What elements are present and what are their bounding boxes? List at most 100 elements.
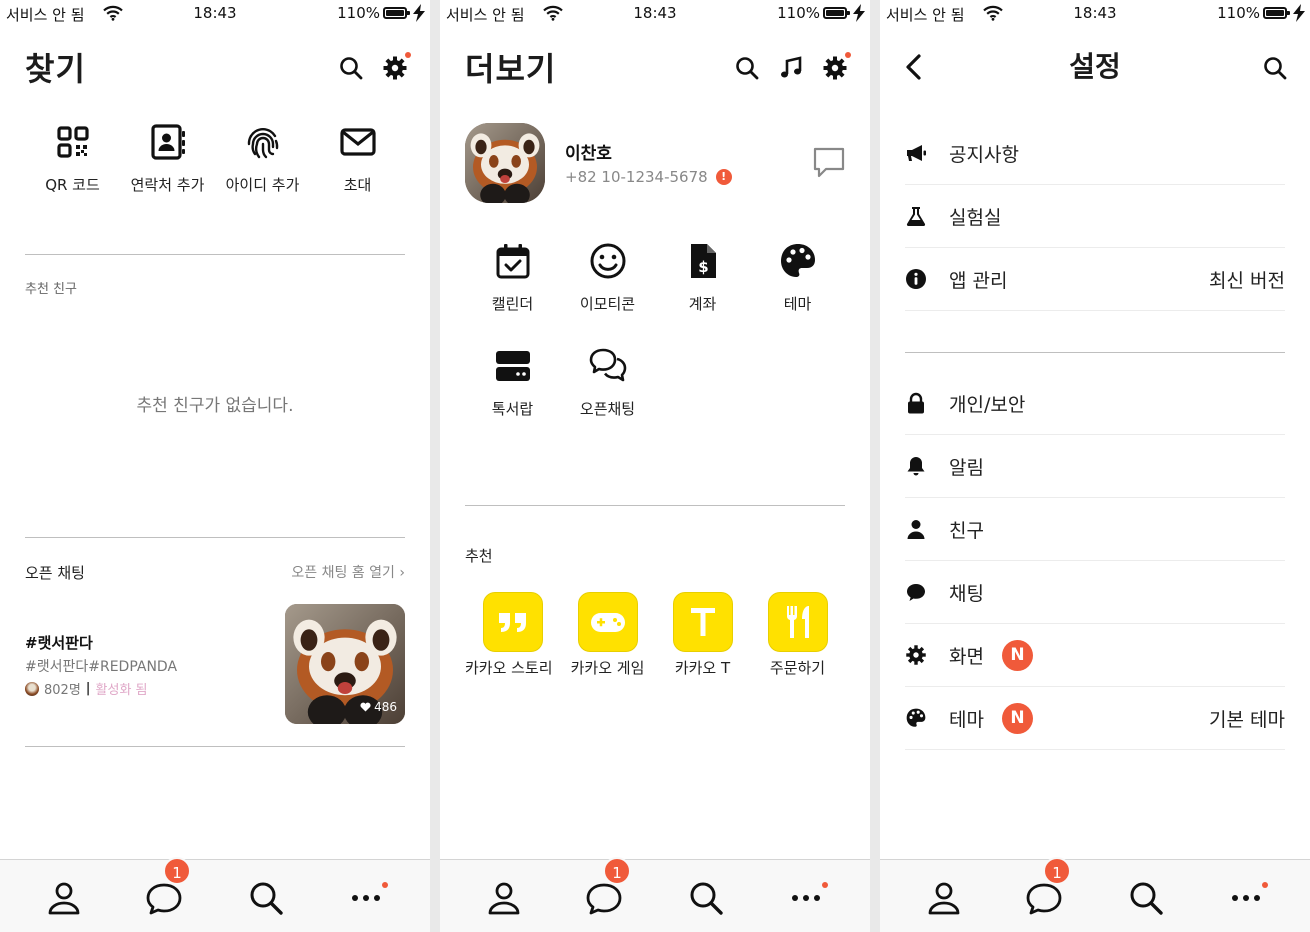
open-chat-home-link[interactable]: 오픈 채팅 홈 열기 › [291,562,405,582]
tab-friends[interactable] [924,878,964,918]
gear-icon[interactable] [822,55,848,81]
settings-row-label: 실험실 [949,206,1002,229]
account-button[interactable]: $ 계좌 [655,241,750,314]
status-bar: 서비스 안 됨 18:43 110% [880,0,1310,28]
open-chat-room-title[interactable]: #랫서판다 [25,632,93,653]
kakao-t-button[interactable]: 카카오 T [655,592,750,677]
gear-icon [906,645,926,665]
kakao-story-button[interactable]: 카카오 스토리 [465,592,560,677]
alert-icon[interactable]: ! [715,169,732,185]
like-count: 486 [360,700,397,714]
battery-percent: 110% [1217,4,1260,22]
profile-avatar[interactable] [465,123,545,203]
qr-code-label: QR 코드 [45,176,100,194]
svg-text:$: $ [698,258,708,276]
invite-button[interactable]: 초대 [310,122,405,195]
smiley-icon [590,243,625,279]
battery-icon [1263,7,1290,19]
order-button[interactable]: 주문하기 [750,592,845,677]
search-icon [690,882,723,915]
open-chat-button[interactable]: 오픈채팅 [560,346,655,419]
open-chat-room-meta: 802명 | 활성화 됨 [25,679,148,698]
tab-bar: 1 [880,857,1310,932]
notification-dot [405,52,411,58]
settings-row-notifications[interactable]: 알림 [905,435,1285,498]
chat-bubble-outline-icon[interactable] [812,145,846,179]
add-id-button[interactable]: 아이디 추가 [215,122,310,195]
calendar-button[interactable]: 캘린더 [465,241,560,314]
theme-button[interactable]: 테마 [750,241,845,314]
settings-row-label: 공지사항 [949,143,1019,166]
search-icon[interactable] [1262,55,1288,81]
new-badge: N [1001,639,1033,671]
search-icon[interactable] [338,55,364,81]
tab-more[interactable] [1226,878,1266,918]
unread-badge: 1 [1043,857,1071,885]
fingerprint-icon [247,128,278,159]
gear-icon[interactable] [382,55,408,81]
battery-icon [383,7,410,19]
kakao-t-tile [672,592,733,652]
music-note-icon[interactable] [778,55,804,81]
tab-more[interactable] [786,878,826,918]
settings-row-label: 앱 관리 [949,269,1008,292]
settings-row-notice[interactable]: 공지사항 [905,122,1285,185]
tab-more[interactable] [346,878,386,918]
status-bar: 서비스 안 됨 18:43 110% [0,0,430,28]
order-label: 주문하기 [769,659,826,677]
talk-drawer-label: 톡서랍 [491,400,534,418]
settings-row-value: 기본 테마 [1209,708,1285,731]
settings-row-label: 알림 [949,456,984,479]
tab-search[interactable] [686,878,726,918]
room-status: 활성화 됨 [95,683,148,698]
tab-search[interactable] [246,878,286,918]
theme-label: 테마 [783,295,812,313]
settings-row-display[interactable]: 화면 N [905,624,1285,687]
tab-search[interactable] [1126,878,1166,918]
recommended-friends-label: 추천 친구 [25,282,77,297]
member-avatar [25,681,39,696]
more-screen: 서비스 안 됨 18:43 110% 더보기 이찬호 +82 10-1234-5… [440,0,870,932]
open-chat-room-tags: #랫서판다#REDPANDA [25,659,178,675]
order-tile [767,592,828,652]
qr-code-button[interactable]: QR 코드 [25,122,120,195]
settings-row-lab[interactable]: 실험실 [905,185,1285,248]
gamepad-icon [590,613,625,632]
add-id-label: 아이디 추가 [225,176,300,194]
open-chat-home-link-text: 오픈 채팅 홈 열기 [291,565,395,581]
search-icon[interactable] [734,55,760,81]
settings-row-chat[interactable]: 채팅 [905,561,1285,624]
kakao-game-button[interactable]: 카카오 게임 [560,592,655,677]
divider [905,352,1285,353]
tab-bar: 1 [0,857,430,932]
emoticon-button[interactable]: 이모티콘 [560,241,655,314]
kakao-game-tile [577,592,638,652]
person-icon [907,520,925,539]
settings-row-friends[interactable]: 친구 [905,498,1285,561]
charging-bolt-icon [1293,4,1305,22]
flask-icon [906,207,926,226]
phone-number: +82 10-1234-5678 [565,168,708,186]
open-chat-room-thumbnail[interactable]: 486 [285,604,405,724]
person-icon [488,882,520,915]
palette-icon [906,708,926,727]
settings-row-label: 개인/보안 [949,393,1026,416]
page-title: 더보기 [465,50,557,88]
settings-row-label: 테마 [949,708,984,731]
open-chat-label: 오픈채팅 [579,400,636,418]
tab-friends[interactable] [484,878,524,918]
battery-percent: 110% [777,4,820,22]
tab-friends[interactable] [44,878,84,918]
settings-row-privacy[interactable]: 개인/보안 [905,372,1285,435]
empty-message: 추천 친구가 없습니다. [136,396,294,416]
profile-name[interactable]: 이찬호 [565,139,612,164]
chevron-right-icon: › [399,565,405,581]
settings-row-theme[interactable]: 테마 N 기본 테마 [905,687,1285,750]
battery-icon [823,7,850,19]
tab-bar: 1 [440,857,870,932]
chat-icon [907,584,925,601]
add-contact-button[interactable]: 연락처 추가 [120,122,215,195]
talk-drawer-button[interactable]: 톡서랍 [465,346,560,419]
settings-row-app-management[interactable]: 앱 관리 최신 버전 [905,248,1285,311]
envelope-icon [339,128,376,156]
